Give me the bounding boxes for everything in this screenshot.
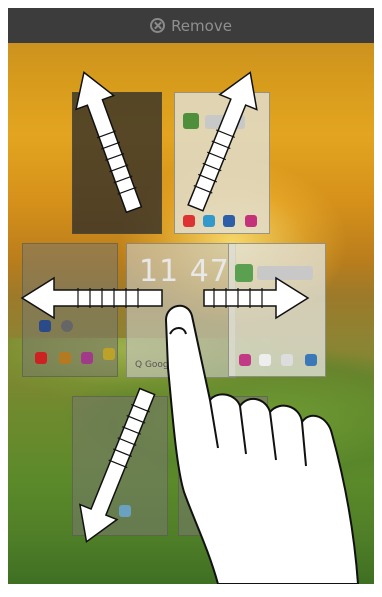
home-screen: Remove 11 47 Q Googl xyxy=(8,8,374,584)
arrow-left-icon xyxy=(20,276,163,320)
arrow-up-left-icon xyxy=(75,71,143,214)
hand-pointer-icon xyxy=(165,305,359,584)
gesture-overlay xyxy=(20,71,359,584)
arrow-down-left-icon xyxy=(78,387,156,544)
arrow-up-right-icon xyxy=(187,71,258,212)
arrow-right-icon xyxy=(203,276,310,320)
